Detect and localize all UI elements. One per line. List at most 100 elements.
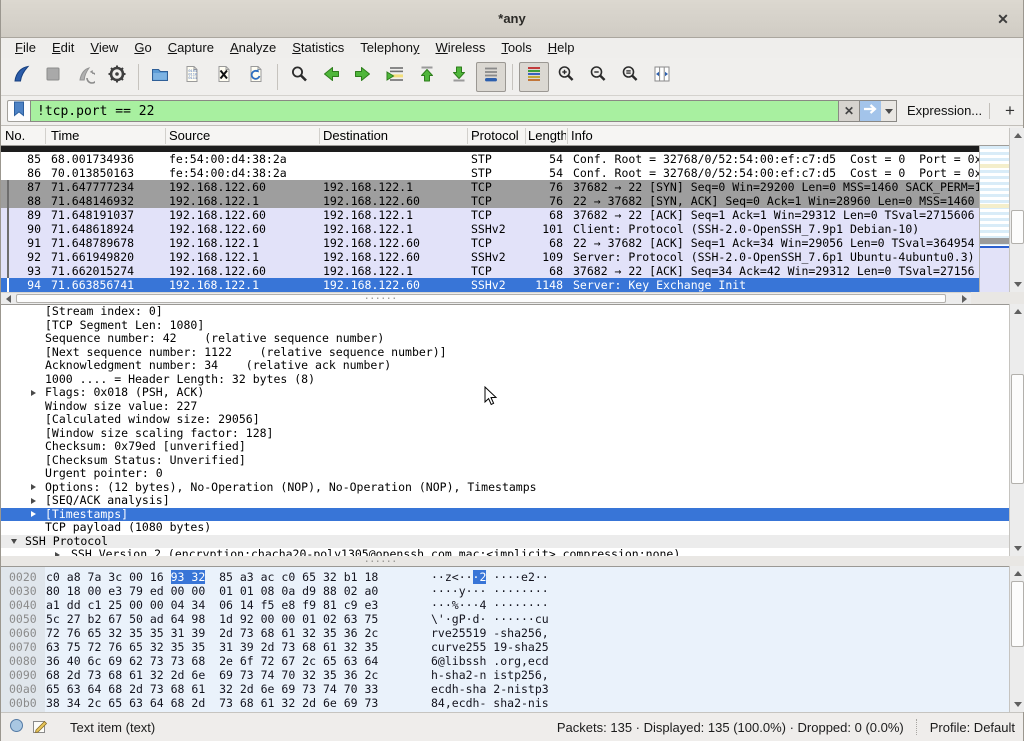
hex-scrollbar[interactable] <box>1009 566 1024 712</box>
packet-row-87[interactable]: 8771.647777234192.168.122.60192.168.122.… <box>1 180 1009 194</box>
detail-line[interactable]: Sequence number: 42 (relative sequence n… <box>1 332 1009 346</box>
zoom-in-button[interactable] <box>551 62 581 92</box>
menu-go[interactable]: Go <box>126 38 159 58</box>
detail-line[interactable]: Urgent pointer: 0 <box>1 467 1009 481</box>
detail-line[interactable]: 1000 .... = Header Length: 32 bytes (8) <box>1 373 1009 387</box>
detail-line[interactable]: [Window size scaling factor: 128] <box>1 427 1009 441</box>
auto-scroll-button[interactable] <box>476 62 506 92</box>
detail-line[interactable]: [SEQ/ACK analysis] <box>1 494 1009 508</box>
hex-row-0080[interactable]: 008036 40 6c 69 62 73 73 68 2e 6f 72 67 … <box>1 654 1009 668</box>
expert-info-icon[interactable] <box>9 718 24 736</box>
menu-help[interactable]: Help <box>540 38 583 58</box>
hex-row-0040[interactable]: 0040a1 dd c1 25 00 00 04 34 06 14 f5 e8 … <box>1 598 1009 612</box>
menu-tools[interactable]: Tools <box>493 38 539 58</box>
column-header-no[interactable]: No. <box>5 126 25 146</box>
scroll-down-icon[interactable] <box>1010 278 1024 291</box>
detail-line[interactable]: [Next sequence number: 1122 (relative se… <box>1 346 1009 360</box>
menu-view[interactable]: View <box>82 38 126 58</box>
packet-list-hscrollbar[interactable] <box>1 292 971 304</box>
filter-bookmark-button[interactable] <box>7 100 31 122</box>
save-file-button[interactable]: 010101100111 <box>177 62 207 92</box>
scrollbar-thumb[interactable] <box>1011 581 1024 647</box>
resize-columns-button[interactable] <box>647 62 677 92</box>
capture-restart-button[interactable] <box>70 62 100 92</box>
menu-file[interactable]: File <box>7 38 44 58</box>
packet-row-85[interactable]: 8568.001734936fe:54:00:d4:38:2aSTP54Conf… <box>1 152 1009 166</box>
packet-row-86[interactable]: 8670.013850163fe:54:00:d4:38:2aSTP54Conf… <box>1 166 1009 180</box>
packet-row-89[interactable]: 8971.648191037192.168.122.60192.168.122.… <box>1 208 1009 222</box>
hex-row-0070[interactable]: 007063 75 72 76 65 32 35 35 31 39 2d 73 … <box>1 640 1009 654</box>
go-back-button[interactable] <box>316 62 346 92</box>
hex-row-0090[interactable]: 009068 2d 73 68 61 32 2d 6e 69 73 74 70 … <box>1 668 1009 682</box>
expression-button[interactable]: Expression... <box>907 100 982 122</box>
detail-line[interactable]: Options: (12 bytes), No-Operation (NOP),… <box>1 481 1009 495</box>
scroll-left-icon[interactable] <box>1 293 15 304</box>
capture-options-button[interactable] <box>102 62 132 92</box>
filter-apply-button[interactable] <box>859 100 882 122</box>
open-file-button[interactable] <box>145 62 175 92</box>
hex-row-0060[interactable]: 006072 76 65 32 35 35 31 39 2d 73 68 61 … <box>1 626 1009 640</box>
packet-row-88[interactable]: 8871.648146932192.168.122.1192.168.122.6… <box>1 194 1009 208</box>
status-profile-value[interactable]: Profile: Default <box>930 720 1015 735</box>
reload-file-button[interactable] <box>241 62 271 92</box>
close-icon[interactable]: ✕ <box>993 9 1013 29</box>
close-file-button[interactable] <box>209 62 239 92</box>
go-to-packet-button[interactable] <box>380 62 410 92</box>
go-forward-button[interactable] <box>348 62 378 92</box>
scroll-down-icon[interactable] <box>1010 542 1024 555</box>
go-last-button[interactable] <box>444 62 474 92</box>
scrollbar-thumb[interactable] <box>1011 374 1024 484</box>
filter-history-dropdown[interactable] <box>881 100 897 122</box>
hex-row-00a0[interactable]: 00a065 63 64 68 2d 73 68 61 32 2d 6e 69 … <box>1 682 1009 696</box>
title-bar[interactable]: *any ✕ <box>1 0 1023 38</box>
pane-splitter-handle[interactable]: ⋅⋅⋅⋅⋅⋅ <box>365 559 398 565</box>
detail-line[interactable]: SSH Version 2 (encryption:chacha20-poly1… <box>1 548 1009 556</box>
menu-edit[interactable]: Edit <box>44 38 82 58</box>
detail-line[interactable]: SSH Protocol <box>1 535 1009 549</box>
detail-line[interactable]: [Timestamps] <box>1 508 1009 522</box>
column-header-info[interactable]: Info <box>571 126 593 146</box>
packet-row-91[interactable]: 9171.648789678192.168.122.1192.168.122.6… <box>1 236 1009 250</box>
scrollbar-thumb[interactable] <box>1011 210 1024 244</box>
expand-closed-icon[interactable] <box>31 498 36 504</box>
add-filter-button[interactable]: + <box>999 99 1021 123</box>
menu-analyze[interactable]: Analyze <box>222 38 284 58</box>
capture-comment-icon[interactable] <box>32 718 48 737</box>
menu-capture[interactable]: Capture <box>160 38 222 58</box>
packet-row-90[interactable]: 9071.648618924192.168.122.60192.168.122.… <box>1 222 1009 236</box>
detail-line[interactable]: Checksum: 0x79ed [unverified] <box>1 440 1009 454</box>
capture-stop-button[interactable] <box>38 62 68 92</box>
packet-list-header[interactable]: No.TimeSourceDestinationProtocolLengthIn… <box>1 126 1009 146</box>
scroll-up-icon[interactable] <box>1010 305 1024 318</box>
expand-closed-icon[interactable] <box>31 484 36 490</box>
column-header-protocol[interactable]: Protocol <box>471 126 519 146</box>
hex-row-0050[interactable]: 00505c 27 b2 67 50 ad 64 98 1d 92 00 00 … <box>1 612 1009 626</box>
scroll-right-icon[interactable] <box>957 293 971 304</box>
packet-list-scrollbar[interactable] <box>1009 128 1024 292</box>
colorize-button[interactable] <box>519 62 549 92</box>
packet-row-94[interactable]: 9471.663856741192.168.122.1192.168.122.6… <box>1 278 1009 292</box>
scroll-down-icon[interactable] <box>1010 698 1024 711</box>
detail-line[interactable]: [Calculated window size: 29056] <box>1 413 1009 427</box>
menu-wireless[interactable]: Wireless <box>428 38 494 58</box>
details-scrollbar[interactable] <box>1009 304 1024 556</box>
packet-row-92[interactable]: 9271.661949820192.168.122.1192.168.122.6… <box>1 250 1009 264</box>
capture-start-button[interactable] <box>6 62 36 92</box>
detail-line[interactable]: Acknowledgment number: 34 (relative ack … <box>1 359 1009 373</box>
zoom-out-button[interactable] <box>583 62 613 92</box>
menu-statistics[interactable]: Statistics <box>284 38 352 58</box>
detail-line[interactable]: [TCP Segment Len: 1080] <box>1 319 1009 333</box>
menu-telephony[interactable]: Telephony <box>352 38 427 58</box>
display-filter-input[interactable] <box>30 100 838 122</box>
packet-row-93[interactable]: 9371.662015274192.168.122.60192.168.122.… <box>1 264 1009 278</box>
detail-line[interactable]: TCP payload (1080 bytes) <box>1 521 1009 535</box>
expand-closed-icon[interactable] <box>31 390 36 396</box>
detail-line[interactable]: [Checksum Status: Unverified] <box>1 454 1009 468</box>
hex-row-0030[interactable]: 003080 18 00 e3 79 ed 00 00 01 01 08 0a … <box>1 584 1009 598</box>
zoom-reset-button[interactable] <box>615 62 645 92</box>
hex-row-0020[interactable]: 0020c0 a8 7a 3c 00 16 93 32 85 a3 ac c0 … <box>1 570 1009 584</box>
detail-line[interactable]: Flags: 0x018 (PSH, ACK) <box>1 386 1009 400</box>
column-header-destination[interactable]: Destination <box>323 126 388 146</box>
detail-line[interactable]: Window size value: 227 <box>1 400 1009 414</box>
expand-closed-icon[interactable] <box>31 511 36 517</box>
